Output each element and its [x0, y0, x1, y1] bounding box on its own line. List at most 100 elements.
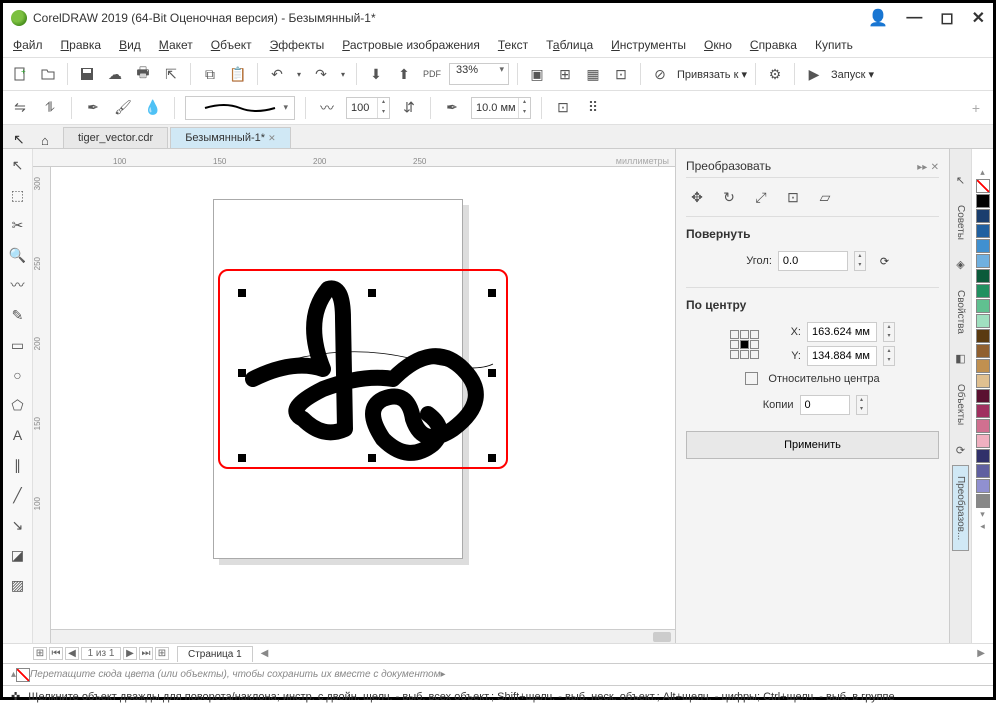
connector-tool[interactable]: ↘ — [7, 513, 29, 537]
open-button[interactable] — [37, 63, 59, 85]
color-swatch[interactable] — [976, 314, 990, 328]
tab-tiger[interactable]: tiger_vector.cdr — [63, 127, 168, 148]
pick-tool[interactable]: ↖ — [7, 153, 29, 177]
guides-button[interactable]: ⊡ — [610, 63, 632, 85]
anchor-grid[interactable] — [730, 330, 759, 359]
color-swatch[interactable] — [976, 329, 990, 343]
color-swatch[interactable] — [976, 449, 990, 463]
color-swatch[interactable] — [976, 239, 990, 253]
scrollbar-horizontal[interactable] — [51, 629, 675, 643]
prev-page-button[interactable]: ◀ — [65, 647, 79, 660]
dotted-button[interactable]: ⠿ — [582, 97, 604, 119]
docker-tab-hints-icon[interactable]: ↖ — [950, 169, 972, 191]
add-button[interactable]: + — [965, 97, 987, 119]
color-swatch[interactable] — [976, 434, 990, 448]
color-swatch[interactable] — [976, 194, 990, 208]
menu-layout[interactable]: Макет — [159, 38, 193, 52]
add-page-button[interactable]: ⊞ — [33, 647, 47, 660]
angle-direction-icon[interactable]: ⟳ — [880, 255, 889, 268]
undo-dropdown[interactable]: ▾ — [294, 63, 304, 85]
maximize-button[interactable]: ◻ — [940, 8, 953, 28]
selection-handle[interactable] — [238, 454, 246, 462]
polygon-tool[interactable]: ⬠ — [7, 393, 29, 417]
freehand-tool[interactable]: 〰 — [7, 273, 29, 297]
page-tab[interactable]: Страница 1 — [177, 646, 253, 662]
pdf-button[interactable]: PDF — [421, 63, 443, 85]
nib-size-input[interactable]: 10.0 мм▴▾ — [471, 97, 531, 119]
docker-close-icon[interactable]: ✕ — [931, 162, 939, 173]
zoom-tool[interactable]: 🔍 — [7, 243, 29, 267]
minimize-button[interactable]: — — [906, 9, 922, 27]
selection-handle[interactable] — [488, 369, 496, 377]
pen-tool-icon[interactable]: ✒ — [82, 97, 104, 119]
ellipse-tool[interactable]: ○ — [7, 363, 29, 387]
import-button[interactable]: ⬇ — [365, 63, 387, 85]
menu-object[interactable]: Объект — [211, 38, 252, 52]
docker-tab-transform[interactable]: Преобразов... — [952, 465, 969, 551]
menu-effects[interactable]: Эффекты — [270, 38, 325, 52]
menu-file[interactable]: Файл — [13, 38, 43, 52]
docker-tab-props-icon[interactable]: ◈ — [950, 254, 972, 276]
close-button[interactable]: ✕ — [972, 8, 985, 28]
tab-untitled[interactable]: Безымянный-1* ✕ — [170, 127, 290, 148]
color-swatch[interactable] — [976, 479, 990, 493]
snap-off-button[interactable]: ⊘ — [649, 63, 671, 85]
color-swatch[interactable] — [976, 299, 990, 313]
docker-tab-props[interactable]: Свойства — [953, 280, 968, 344]
color-swatch[interactable] — [976, 374, 990, 388]
transparency-tool[interactable]: ▨ — [7, 573, 29, 597]
zoom-select[interactable]: 33% — [449, 63, 509, 85]
shape-tool[interactable]: ⬚ — [7, 183, 29, 207]
copies-input[interactable] — [800, 395, 850, 415]
redo-button[interactable]: ↷ — [310, 63, 332, 85]
color-swatch[interactable] — [976, 404, 990, 418]
selection-handle[interactable] — [238, 289, 246, 297]
pick-tool-icon[interactable]: ↖ — [13, 131, 25, 148]
bounding-box-button[interactable]: ⊡ — [552, 97, 574, 119]
color-swatch[interactable] — [976, 344, 990, 358]
export-button[interactable]: ⇱ — [160, 63, 182, 85]
new-button[interactable]: + — [9, 63, 31, 85]
relative-checkbox[interactable] — [745, 372, 758, 385]
rulers-button[interactable]: ⊞ — [554, 63, 576, 85]
undo-button[interactable]: ↶ — [266, 63, 288, 85]
add-page-after-button[interactable]: ⊞ — [155, 647, 169, 660]
menu-text[interactable]: Текст — [498, 38, 528, 52]
menu-buy[interactable]: Купить — [815, 38, 853, 52]
cloud-button[interactable]: ☁ — [104, 63, 126, 85]
transform-rotate-icon[interactable]: ↻ — [718, 186, 740, 208]
copy-button[interactable]: ⧉ — [199, 63, 221, 85]
menu-view[interactable]: Вид — [119, 38, 141, 52]
menu-tools[interactable]: Инструменты — [611, 38, 686, 52]
next-page-button[interactable]: ▶ — [123, 647, 137, 660]
home-icon[interactable]: ⌂ — [41, 133, 49, 148]
color-swatch[interactable] — [976, 494, 990, 508]
transform-skew-icon[interactable]: ▱ — [814, 186, 836, 208]
color-swatch[interactable] — [976, 419, 990, 433]
width-lock-icon[interactable]: ⇵ — [398, 97, 420, 119]
selection-handle[interactable] — [368, 454, 376, 462]
first-page-button[interactable]: ⏮ — [49, 647, 63, 660]
transform-position-icon[interactable]: ✥ — [686, 186, 708, 208]
crop-tool[interactable]: ✂ — [7, 213, 29, 237]
hscroll-right-icon[interactable]: ▶ — [977, 648, 985, 659]
smoothing-input[interactable]: 100▴▾ — [346, 97, 390, 119]
menu-window[interactable]: Окно — [704, 38, 732, 52]
spray-tool-icon[interactable]: 💧 — [142, 97, 164, 119]
artistic-tool[interactable]: ✎ — [7, 303, 29, 327]
transform-scale-icon[interactable]: ⤢ — [750, 186, 772, 208]
parallel-tool[interactable]: ∥ — [7, 453, 29, 477]
color-swatch[interactable] — [976, 269, 990, 283]
account-icon[interactable]: 👤 — [868, 8, 888, 28]
redo-dropdown[interactable]: ▾ — [338, 63, 348, 85]
hscroll-left-icon[interactable]: ◀ — [261, 648, 269, 659]
canvas-area[interactable]: 100 150 200 250 миллиметры 300 250 200 1… — [33, 149, 675, 643]
docker-tab-hints[interactable]: Советы — [953, 195, 968, 250]
docker-tab-transform-icon[interactable]: ⟳ — [950, 439, 972, 461]
color-swatch[interactable] — [976, 389, 990, 403]
mirror-h-button[interactable]: ⇋ — [9, 97, 31, 119]
last-page-button[interactable]: ⏭ — [139, 647, 153, 660]
docker-collapse-icon[interactable]: ▸▸ — [917, 162, 927, 173]
transform-size-icon[interactable]: ⊡ — [782, 186, 804, 208]
tray-swatch-none[interactable] — [16, 668, 30, 682]
